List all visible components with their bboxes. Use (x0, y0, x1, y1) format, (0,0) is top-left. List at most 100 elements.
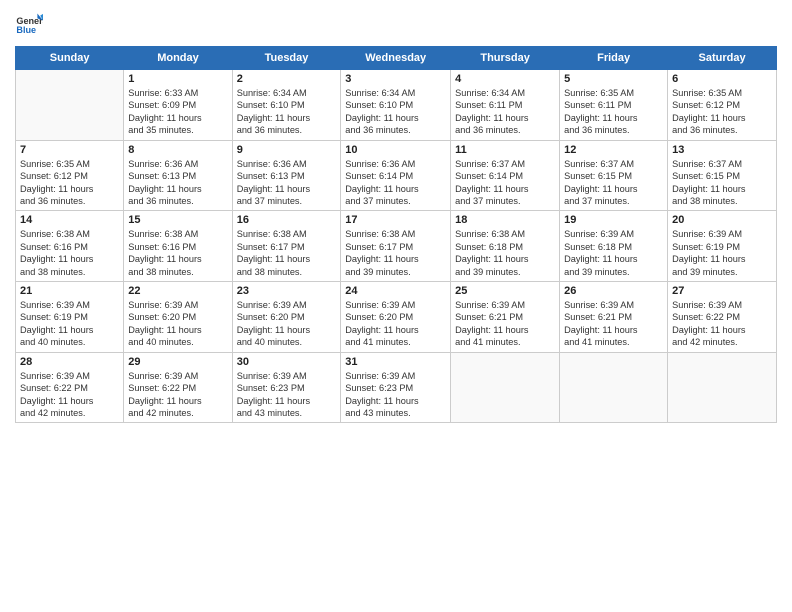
day-info: Sunrise: 6:39 AM Sunset: 6:20 PM Dayligh… (128, 299, 227, 349)
day-number: 2 (237, 73, 337, 85)
day-number: 15 (128, 214, 227, 226)
day-info: Sunrise: 6:35 AM Sunset: 6:12 PM Dayligh… (20, 158, 119, 208)
weekday-header-wednesday: Wednesday (341, 47, 451, 70)
day-number: 3 (345, 73, 446, 85)
calendar-cell: 4 Sunrise: 6:34 AM Sunset: 6:11 PM Daylig… (451, 70, 560, 141)
week-row-2: 14 Sunrise: 6:38 AM Sunset: 6:16 PM Dayli… (16, 211, 777, 282)
weekday-header-saturday: Saturday (668, 47, 777, 70)
day-number: 20 (672, 214, 772, 226)
day-number: 24 (345, 285, 446, 297)
day-number: 7 (20, 144, 119, 156)
calendar-cell: 2 Sunrise: 6:34 AM Sunset: 6:10 PM Daylig… (232, 70, 341, 141)
calendar-cell: 28 Sunrise: 6:39 AM Sunset: 6:22 PM Dayli… (16, 352, 124, 423)
day-info: Sunrise: 6:37 AM Sunset: 6:15 PM Dayligh… (564, 158, 663, 208)
calendar-cell: 1 Sunrise: 6:33 AM Sunset: 6:09 PM Daylig… (124, 70, 232, 141)
day-number: 19 (564, 214, 663, 226)
weekday-header-row: SundayMondayTuesdayWednesdayThursdayFrid… (16, 47, 777, 70)
day-number: 25 (455, 285, 555, 297)
calendar-cell: 29 Sunrise: 6:39 AM Sunset: 6:22 PM Dayli… (124, 352, 232, 423)
day-info: Sunrise: 6:39 AM Sunset: 6:23 PM Dayligh… (345, 370, 446, 420)
day-info: Sunrise: 6:39 AM Sunset: 6:22 PM Dayligh… (672, 299, 772, 349)
calendar-cell: 11 Sunrise: 6:37 AM Sunset: 6:14 PM Dayli… (451, 140, 560, 211)
page: General Blue SundayMondayTuesdayWednesda… (0, 0, 792, 612)
day-number: 14 (20, 214, 119, 226)
day-info: Sunrise: 6:39 AM Sunset: 6:22 PM Dayligh… (20, 370, 119, 420)
day-info: Sunrise: 6:39 AM Sunset: 6:20 PM Dayligh… (237, 299, 337, 349)
day-info: Sunrise: 6:34 AM Sunset: 6:11 PM Dayligh… (455, 87, 555, 137)
weekday-header-tuesday: Tuesday (232, 47, 341, 70)
day-info: Sunrise: 6:39 AM Sunset: 6:19 PM Dayligh… (672, 228, 772, 278)
day-info: Sunrise: 6:38 AM Sunset: 6:16 PM Dayligh… (128, 228, 227, 278)
day-number: 6 (672, 73, 772, 85)
day-info: Sunrise: 6:36 AM Sunset: 6:14 PM Dayligh… (345, 158, 446, 208)
day-info: Sunrise: 6:39 AM Sunset: 6:21 PM Dayligh… (564, 299, 663, 349)
calendar-cell: 7 Sunrise: 6:35 AM Sunset: 6:12 PM Daylig… (16, 140, 124, 211)
day-info: Sunrise: 6:39 AM Sunset: 6:21 PM Dayligh… (455, 299, 555, 349)
calendar-cell (16, 70, 124, 141)
calendar-cell: 17 Sunrise: 6:38 AM Sunset: 6:17 PM Dayli… (341, 211, 451, 282)
calendar-cell: 6 Sunrise: 6:35 AM Sunset: 6:12 PM Daylig… (668, 70, 777, 141)
calendar-cell (451, 352, 560, 423)
weekday-header-thursday: Thursday (451, 47, 560, 70)
calendar-cell: 21Sunrise: 6:39 AM Sunset: 6:19 PM Dayli… (16, 282, 124, 353)
svg-text:Blue: Blue (16, 25, 36, 35)
day-info: Sunrise: 6:34 AM Sunset: 6:10 PM Dayligh… (237, 87, 337, 137)
day-number: 27 (672, 285, 772, 297)
calendar-cell: 9 Sunrise: 6:36 AM Sunset: 6:13 PM Daylig… (232, 140, 341, 211)
calendar-cell: 24 Sunrise: 6:39 AM Sunset: 6:20 PM Dayli… (341, 282, 451, 353)
weekday-header-sunday: Sunday (16, 47, 124, 70)
day-info: Sunrise: 6:38 AM Sunset: 6:17 PM Dayligh… (345, 228, 446, 278)
day-number: 13 (672, 144, 772, 156)
day-number: 17 (345, 214, 446, 226)
calendar-cell: 20 Sunrise: 6:39 AM Sunset: 6:19 PM Dayli… (668, 211, 777, 282)
day-info: Sunrise: 6:38 AM Sunset: 6:18 PM Dayligh… (455, 228, 555, 278)
weekday-header-friday: Friday (560, 47, 668, 70)
calendar-cell: 26 Sunrise: 6:39 AM Sunset: 6:21 PM Dayli… (560, 282, 668, 353)
day-number: 29 (128, 356, 227, 368)
day-info: Sunrise: 6:38 AM Sunset: 6:17 PM Dayligh… (237, 228, 337, 278)
calendar-cell: 25 Sunrise: 6:39 AM Sunset: 6:21 PM Dayli… (451, 282, 560, 353)
calendar-cell: 27 Sunrise: 6:39 AM Sunset: 6:22 PM Dayli… (668, 282, 777, 353)
calendar-cell (560, 352, 668, 423)
calendar-cell: 22Sunrise: 6:39 AM Sunset: 6:20 PM Dayli… (124, 282, 232, 353)
calendar-cell: 16Sunrise: 6:38 AM Sunset: 6:17 PM Dayli… (232, 211, 341, 282)
calendar-cell: 5 Sunrise: 6:35 AM Sunset: 6:11 PM Daylig… (560, 70, 668, 141)
calendar-cell: 23 Sunrise: 6:39 AM Sunset: 6:20 PM Dayli… (232, 282, 341, 353)
day-number: 28 (20, 356, 119, 368)
day-number: 10 (345, 144, 446, 156)
day-number: 5 (564, 73, 663, 85)
calendar-cell: 3Sunrise: 6:34 AM Sunset: 6:10 PM Daylig… (341, 70, 451, 141)
day-number: 1 (128, 73, 227, 85)
calendar-cell: 14 Sunrise: 6:38 AM Sunset: 6:16 PM Dayli… (16, 211, 124, 282)
day-info: Sunrise: 6:33 AM Sunset: 6:09 PM Dayligh… (128, 87, 227, 137)
calendar-cell: 15 Sunrise: 6:38 AM Sunset: 6:16 PM Dayli… (124, 211, 232, 282)
day-number: 11 (455, 144, 555, 156)
week-row-4: 28 Sunrise: 6:39 AM Sunset: 6:22 PM Dayli… (16, 352, 777, 423)
day-number: 23 (237, 285, 337, 297)
day-number: 31 (345, 356, 446, 368)
logo: General Blue (15, 10, 45, 38)
day-info: Sunrise: 6:39 AM Sunset: 6:22 PM Dayligh… (128, 370, 227, 420)
week-row-1: 7 Sunrise: 6:35 AM Sunset: 6:12 PM Daylig… (16, 140, 777, 211)
week-row-0: 1 Sunrise: 6:33 AM Sunset: 6:09 PM Daylig… (16, 70, 777, 141)
day-number: 30 (237, 356, 337, 368)
day-number: 8 (128, 144, 227, 156)
logo-icon: General Blue (15, 10, 43, 38)
calendar: SundayMondayTuesdayWednesdayThursdayFrid… (15, 46, 777, 423)
day-info: Sunrise: 6:39 AM Sunset: 6:18 PM Dayligh… (564, 228, 663, 278)
day-number: 4 (455, 73, 555, 85)
calendar-cell (668, 352, 777, 423)
day-info: Sunrise: 6:37 AM Sunset: 6:14 PM Dayligh… (455, 158, 555, 208)
calendar-cell: 8 Sunrise: 6:36 AM Sunset: 6:13 PM Daylig… (124, 140, 232, 211)
day-info: Sunrise: 6:38 AM Sunset: 6:16 PM Dayligh… (20, 228, 119, 278)
day-info: Sunrise: 6:35 AM Sunset: 6:12 PM Dayligh… (672, 87, 772, 137)
day-info: Sunrise: 6:36 AM Sunset: 6:13 PM Dayligh… (237, 158, 337, 208)
calendar-cell: 19 Sunrise: 6:39 AM Sunset: 6:18 PM Dayli… (560, 211, 668, 282)
calendar-cell: 30Sunrise: 6:39 AM Sunset: 6:23 PM Dayli… (232, 352, 341, 423)
day-number: 9 (237, 144, 337, 156)
day-info: Sunrise: 6:39 AM Sunset: 6:20 PM Dayligh… (345, 299, 446, 349)
day-info: Sunrise: 6:35 AM Sunset: 6:11 PM Dayligh… (564, 87, 663, 137)
day-info: Sunrise: 6:36 AM Sunset: 6:13 PM Dayligh… (128, 158, 227, 208)
calendar-cell: 18Sunrise: 6:38 AM Sunset: 6:18 PM Dayli… (451, 211, 560, 282)
day-number: 26 (564, 285, 663, 297)
